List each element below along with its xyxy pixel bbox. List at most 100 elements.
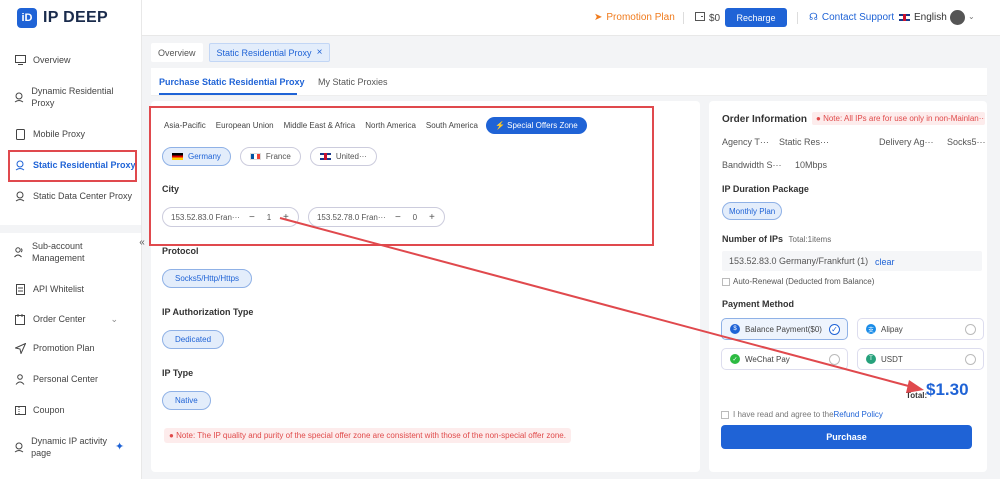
bandwidth-value: 10Mbps [795, 160, 828, 170]
chevron-down-icon[interactable]: ⌄ [968, 12, 975, 21]
sidebar-item-subaccount[interactable]: Sub-account Management [14, 240, 114, 264]
sidebar-item-label: Mobile Proxy [33, 129, 86, 139]
tab-static-residential[interactable]: Static Residential Proxy × [208, 43, 331, 62]
check-icon: ✓ [829, 324, 840, 335]
auth-type-heading: IP Authorization Type [162, 307, 254, 317]
sidebar-item-order-center[interactable]: Order Center ⌄ [14, 313, 118, 325]
sidebar-item-api-whitelist[interactable]: API Whitelist [14, 283, 84, 295]
recharge-button[interactable]: Recharge [725, 8, 787, 27]
protocol-heading: Protocol [162, 246, 199, 256]
send-icon [14, 342, 26, 354]
clear-link[interactable]: clear [875, 257, 895, 267]
payment-balance[interactable]: $ Balance Payment($0) ✓ [721, 318, 848, 340]
sidebar-item-dynamic-residential[interactable]: Dynamic Residential Proxy [14, 85, 124, 109]
selected-ip: 153.52.83.0 Germany/Frankfurt (1) [729, 256, 869, 266]
monitor-icon [14, 54, 26, 66]
auto-renew-label: Auto-Renewal (Deducted from Balance) [733, 277, 875, 286]
uk-flag-icon [899, 14, 910, 21]
header-divider [683, 12, 684, 24]
tab-my-proxies[interactable]: My Static Proxies [318, 77, 388, 87]
order-warning: ● Note: All IPs are for use only in non-… [812, 112, 985, 125]
header-divider [797, 12, 798, 24]
special-zone-note: ● Note: The IP quality and purity of the… [164, 428, 571, 443]
logo[interactable]: iD IP DEEP [17, 8, 108, 28]
sidebar-item-label: Promotion Plan [33, 343, 95, 353]
sidebar-item-promotion[interactable]: Promotion Plan [14, 342, 95, 354]
ip-count-heading: Number of IPs Total:1items [722, 234, 831, 244]
order-icon [14, 313, 26, 325]
agree-checkbox[interactable] [721, 411, 729, 419]
users-icon [14, 246, 25, 258]
usdt-icon: T [866, 354, 876, 364]
agree-label: I have read and agree to the [733, 410, 834, 419]
highlight-box [8, 150, 137, 182]
delivery-type: Delivery Ag··· [879, 137, 934, 147]
balance: $0 [695, 12, 720, 24]
active-tab-indicator [159, 93, 297, 95]
note-dot-icon: ● [169, 431, 174, 440]
sidebar-item-overview[interactable]: Overview [14, 54, 71, 66]
user-icon [14, 373, 26, 385]
purchase-button[interactable]: Purchase [721, 425, 972, 449]
warning-text: Note: All IPs are for use only in non-Ma… [823, 114, 985, 123]
payment-usdt[interactable]: T USDT [857, 348, 984, 370]
ip-count-total: Total:1items [788, 235, 832, 244]
sidebar: iD IP DEEP Overview Dynamic Residential … [0, 0, 142, 479]
payment-label: WeChat Pay [745, 354, 790, 364]
sidebar-item-label: Order Center [33, 314, 86, 324]
sidebar-item-label: Dynamic IP activity page [31, 436, 107, 458]
duration-option[interactable]: Monthly Plan [722, 202, 783, 220]
tab-overview[interactable]: Overview [151, 43, 203, 62]
tab-purchase[interactable]: Purchase Static Residential Proxy [159, 77, 305, 87]
sparkle-icon: ✦ [115, 441, 125, 453]
radio-icon [965, 354, 976, 365]
ip-type-heading: IP Type [162, 368, 194, 378]
promotion-link[interactable]: ➤ Promotion Plan [594, 12, 675, 23]
language-label: English [914, 12, 947, 23]
subtabs: Purchase Static Residential Proxy My Sta… [151, 68, 987, 96]
payment-alipay[interactable]: 支 Alipay [857, 318, 984, 340]
sidebar-item-static-datacenter[interactable]: Static Data Center Proxy [14, 190, 132, 202]
contact-label: Contact Support [821, 12, 895, 23]
avatar[interactable] [950, 10, 965, 25]
radio-icon [965, 324, 976, 335]
agency-type: Agency T··· [722, 137, 769, 147]
sidebar-item-label: Dynamic Residential Proxy [31, 86, 114, 108]
ip-count-label: Number of IPs [722, 234, 784, 244]
wallet-icon [695, 12, 705, 24]
product-type: Static Res··· [779, 137, 830, 147]
payment-label: Alipay [881, 324, 903, 334]
alipay-icon: 支 [866, 324, 876, 334]
sidebar-item-label: Static Data Center Proxy [33, 191, 133, 201]
balance-icon: $ [730, 324, 740, 334]
payment-label: USDT [881, 354, 903, 364]
payment-wechat[interactable]: ✓ WeChat Pay [721, 348, 848, 370]
close-icon[interactable]: × [317, 47, 323, 58]
phone-icon [14, 128, 26, 140]
total-value: $1.30 [926, 380, 969, 399]
protocol-summary: Socks5··· [947, 137, 986, 147]
protocol-option[interactable]: Socks5/Http/Https [162, 269, 253, 288]
balance-value: $0 [709, 12, 721, 24]
order-title: Order Information [722, 114, 808, 125]
sidebar-item-dynamic-activity[interactable]: Dynamic IP activity page [14, 435, 114, 459]
sidebar-item-personal[interactable]: Personal Center [14, 373, 98, 385]
auto-renew-checkbox[interactable] [722, 278, 730, 286]
document-icon [14, 283, 26, 295]
logo-mark-icon: iD [17, 8, 37, 28]
collapse-sidebar-button[interactable]: « [136, 236, 148, 248]
sidebar-item-label: Coupon [33, 405, 65, 415]
contact-support-link[interactable]: ☊ Contact Support [809, 12, 894, 23]
sidebar-item-label: API Whitelist [33, 284, 85, 294]
page-tabs: Overview Static Residential Proxy × [151, 43, 331, 62]
duration-heading: IP Duration Package [722, 184, 809, 194]
chevron-down-icon: ⌄ [110, 314, 119, 324]
ip-type-option[interactable]: Native [162, 391, 211, 410]
sidebar-item-mobile[interactable]: Mobile Proxy [14, 128, 85, 140]
language-selector[interactable]: English [899, 12, 947, 23]
logo-text: IP DEEP [43, 9, 108, 26]
refund-policy-link[interactable]: Refund Policy [834, 410, 883, 419]
auth-type-option[interactable]: Dedicated [162, 330, 225, 349]
sidebar-item-coupon[interactable]: Coupon [14, 404, 65, 416]
sidebar-item-label: Sub-account Management [32, 241, 85, 263]
